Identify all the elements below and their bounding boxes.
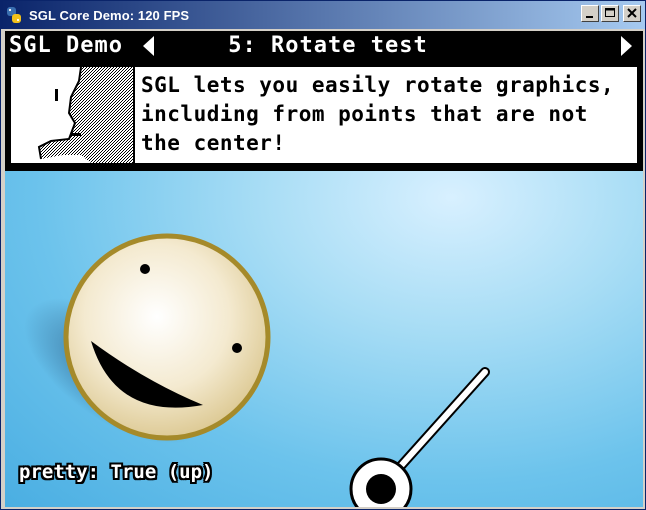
status-text: pretty: True (up) <box>19 461 214 483</box>
scene-nav-bar: SGL Demo 5: Rotate test <box>5 31 643 61</box>
dialog-line-3: the center! <box>141 131 286 155</box>
window-controls <box>581 5 641 22</box>
app-window: SGL Core Demo: 120 FPS SGL Demo 5: Rotat… <box>0 0 646 510</box>
minimize-icon <box>586 16 593 18</box>
portrait-image <box>37 67 133 163</box>
window-title: SGL Core Demo: 120 FPS <box>29 7 190 23</box>
character-portrait <box>11 67 135 163</box>
app-icon <box>7 7 21 23</box>
rotating-paddle <box>349 367 490 507</box>
close-icon <box>627 8 637 18</box>
triangle-right-icon[interactable] <box>617 34 635 58</box>
maximize-button[interactable] <box>601 5 619 22</box>
dialog-box: SGL lets you easily rotate graphics, inc… <box>5 61 643 171</box>
scene-graphics <box>24 233 490 507</box>
dialog-line-2: including from points that are not <box>141 102 588 126</box>
dialog-text: SGL lets you easily rotate graphics, inc… <box>141 71 635 158</box>
dialog-frame: SGL lets you easily rotate graphics, inc… <box>9 65 639 165</box>
scene-title: 5: Rotate test <box>228 33 428 58</box>
dialog-line-1: SGL lets you easily rotate graphics, <box>141 73 615 97</box>
game-canvas[interactable]: SGL Demo 5: Rotate test SGL lets you eas… <box>5 31 643 507</box>
close-button[interactable] <box>623 5 641 22</box>
smiley-ball <box>63 233 271 441</box>
maximize-icon <box>605 8 615 17</box>
titlebar[interactable]: SGL Core Demo: 120 FPS <box>1 1 645 29</box>
minimize-button[interactable] <box>581 5 599 22</box>
